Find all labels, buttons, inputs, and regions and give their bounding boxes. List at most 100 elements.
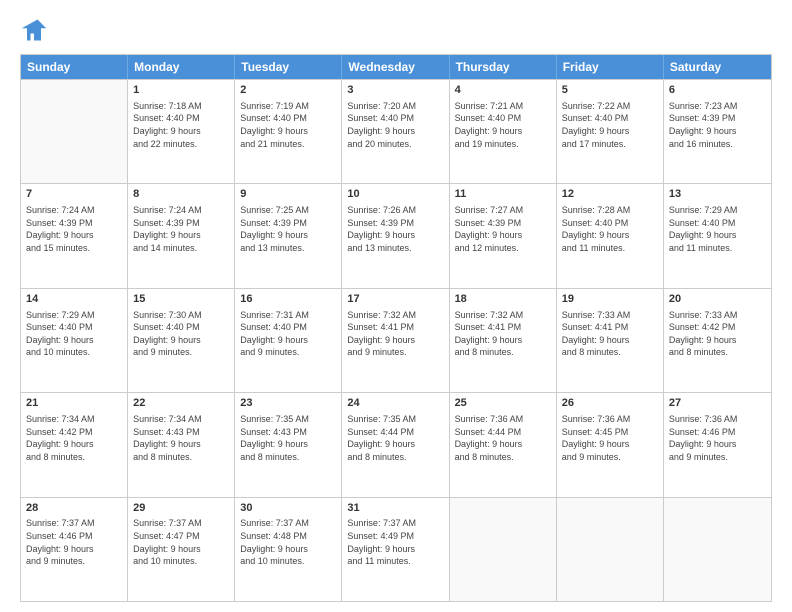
day-info: Sunrise: 7:29 AM Sunset: 4:40 PM Dayligh… (26, 309, 122, 359)
calendar-row-0: 1 Sunrise: 7:18 AM Sunset: 4:40 PM Daylig… (21, 79, 771, 183)
day-cell-10: 10 Sunrise: 7:26 AM Sunset: 4:39 PM Dayli… (342, 184, 449, 287)
day-number: 19 (562, 292, 658, 307)
day-number: 4 (455, 83, 551, 98)
calendar-grid: SundayMondayTuesdayWednesdayThursdayFrid… (20, 54, 772, 602)
day-cell-3: 3 Sunrise: 7:20 AM Sunset: 4:40 PM Daylig… (342, 80, 449, 183)
day-number: 11 (455, 187, 551, 202)
day-number: 26 (562, 396, 658, 411)
day-info: Sunrise: 7:20 AM Sunset: 4:40 PM Dayligh… (347, 100, 443, 150)
day-info: Sunrise: 7:37 AM Sunset: 4:47 PM Dayligh… (133, 517, 229, 567)
day-number: 15 (133, 292, 229, 307)
day-info: Sunrise: 7:30 AM Sunset: 4:40 PM Dayligh… (133, 309, 229, 359)
day-cell-12: 12 Sunrise: 7:28 AM Sunset: 4:40 PM Dayli… (557, 184, 664, 287)
day-info: Sunrise: 7:21 AM Sunset: 4:40 PM Dayligh… (455, 100, 551, 150)
day-cell-19: 19 Sunrise: 7:33 AM Sunset: 4:41 PM Dayli… (557, 289, 664, 392)
header-cell-monday: Monday (128, 55, 235, 79)
day-info: Sunrise: 7:33 AM Sunset: 4:42 PM Dayligh… (669, 309, 766, 359)
page-header (20, 16, 772, 44)
day-cell-18: 18 Sunrise: 7:32 AM Sunset: 4:41 PM Dayli… (450, 289, 557, 392)
day-number: 12 (562, 187, 658, 202)
day-cell-4: 4 Sunrise: 7:21 AM Sunset: 4:40 PM Daylig… (450, 80, 557, 183)
day-number: 24 (347, 396, 443, 411)
day-cell-14: 14Sunrise: 7:29 AM Sunset: 4:40 PM Dayli… (21, 289, 128, 392)
day-cell-empty-4-4 (450, 498, 557, 601)
calendar-row-4: 28Sunrise: 7:37 AM Sunset: 4:46 PM Dayli… (21, 497, 771, 601)
day-info: Sunrise: 7:27 AM Sunset: 4:39 PM Dayligh… (455, 204, 551, 254)
day-number: 23 (240, 396, 336, 411)
day-cell-6: 6 Sunrise: 7:23 AM Sunset: 4:39 PM Daylig… (664, 80, 771, 183)
day-info: Sunrise: 7:34 AM Sunset: 4:43 PM Dayligh… (133, 413, 229, 463)
day-info: Sunrise: 7:24 AM Sunset: 4:39 PM Dayligh… (26, 204, 122, 254)
header-cell-sunday: Sunday (21, 55, 128, 79)
day-info: Sunrise: 7:32 AM Sunset: 4:41 PM Dayligh… (347, 309, 443, 359)
header-cell-saturday: Saturday (664, 55, 771, 79)
day-number: 18 (455, 292, 551, 307)
day-cell-22: 22 Sunrise: 7:34 AM Sunset: 4:43 PM Dayli… (128, 393, 235, 496)
day-number: 29 (133, 501, 229, 516)
day-number: 5 (562, 83, 658, 98)
day-cell-23: 23 Sunrise: 7:35 AM Sunset: 4:43 PM Dayli… (235, 393, 342, 496)
day-cell-1: 1 Sunrise: 7:18 AM Sunset: 4:40 PM Daylig… (128, 80, 235, 183)
day-info: Sunrise: 7:26 AM Sunset: 4:39 PM Dayligh… (347, 204, 443, 254)
day-cell-11: 11 Sunrise: 7:27 AM Sunset: 4:39 PM Dayli… (450, 184, 557, 287)
day-info: Sunrise: 7:28 AM Sunset: 4:40 PM Dayligh… (562, 204, 658, 254)
calendar-body: 1 Sunrise: 7:18 AM Sunset: 4:40 PM Daylig… (21, 79, 771, 601)
day-cell-9: 9 Sunrise: 7:25 AM Sunset: 4:39 PM Daylig… (235, 184, 342, 287)
day-number: 13 (669, 187, 766, 202)
day-cell-empty-4-6 (664, 498, 771, 601)
calendar-row-2: 14Sunrise: 7:29 AM Sunset: 4:40 PM Dayli… (21, 288, 771, 392)
header-cell-friday: Friday (557, 55, 664, 79)
day-cell-empty-0-0 (21, 80, 128, 183)
day-number: 17 (347, 292, 443, 307)
day-number: 1 (133, 83, 229, 98)
day-number: 3 (347, 83, 443, 98)
day-info: Sunrise: 7:32 AM Sunset: 4:41 PM Dayligh… (455, 309, 551, 359)
day-number: 25 (455, 396, 551, 411)
day-cell-24: 24 Sunrise: 7:35 AM Sunset: 4:44 PM Dayli… (342, 393, 449, 496)
calendar-header: SundayMondayTuesdayWednesdayThursdayFrid… (21, 55, 771, 79)
day-cell-2: 2 Sunrise: 7:19 AM Sunset: 4:40 PM Daylig… (235, 80, 342, 183)
day-cell-27: 27Sunrise: 7:36 AM Sunset: 4:46 PM Dayli… (664, 393, 771, 496)
day-info: Sunrise: 7:37 AM Sunset: 4:46 PM Dayligh… (26, 517, 122, 567)
day-cell-26: 26 Sunrise: 7:36 AM Sunset: 4:45 PM Dayli… (557, 393, 664, 496)
day-number: 30 (240, 501, 336, 516)
day-number: 8 (133, 187, 229, 202)
day-number: 28 (26, 501, 122, 516)
logo (20, 16, 52, 44)
day-cell-31: 31Sunrise: 7:37 AM Sunset: 4:49 PM Dayli… (342, 498, 449, 601)
day-info: Sunrise: 7:33 AM Sunset: 4:41 PM Dayligh… (562, 309, 658, 359)
day-cell-13: 13 Sunrise: 7:29 AM Sunset: 4:40 PM Dayli… (664, 184, 771, 287)
header-cell-thursday: Thursday (450, 55, 557, 79)
day-cell-29: 29Sunrise: 7:37 AM Sunset: 4:47 PM Dayli… (128, 498, 235, 601)
day-cell-15: 15 Sunrise: 7:30 AM Sunset: 4:40 PM Dayli… (128, 289, 235, 392)
day-info: Sunrise: 7:36 AM Sunset: 4:45 PM Dayligh… (562, 413, 658, 463)
calendar-row-1: 7 Sunrise: 7:24 AM Sunset: 4:39 PM Daylig… (21, 183, 771, 287)
day-number: 10 (347, 187, 443, 202)
day-info: Sunrise: 7:35 AM Sunset: 4:44 PM Dayligh… (347, 413, 443, 463)
day-number: 9 (240, 187, 336, 202)
day-number: 21 (26, 396, 122, 411)
day-info: Sunrise: 7:36 AM Sunset: 4:44 PM Dayligh… (455, 413, 551, 463)
day-number: 7 (26, 187, 122, 202)
day-cell-30: 30Sunrise: 7:37 AM Sunset: 4:48 PM Dayli… (235, 498, 342, 601)
day-info: Sunrise: 7:19 AM Sunset: 4:40 PM Dayligh… (240, 100, 336, 150)
day-info: Sunrise: 7:37 AM Sunset: 4:49 PM Dayligh… (347, 517, 443, 567)
day-cell-16: 16Sunrise: 7:31 AM Sunset: 4:40 PM Dayli… (235, 289, 342, 392)
calendar-page: SundayMondayTuesdayWednesdayThursdayFrid… (0, 0, 792, 612)
day-info: Sunrise: 7:18 AM Sunset: 4:40 PM Dayligh… (133, 100, 229, 150)
calendar-row-3: 21 Sunrise: 7:34 AM Sunset: 4:42 PM Dayli… (21, 392, 771, 496)
day-info: Sunrise: 7:37 AM Sunset: 4:48 PM Dayligh… (240, 517, 336, 567)
day-cell-empty-4-5 (557, 498, 664, 601)
day-info: Sunrise: 7:35 AM Sunset: 4:43 PM Dayligh… (240, 413, 336, 463)
header-cell-wednesday: Wednesday (342, 55, 449, 79)
day-number: 2 (240, 83, 336, 98)
day-cell-5: 5Sunrise: 7:22 AM Sunset: 4:40 PM Daylig… (557, 80, 664, 183)
day-info: Sunrise: 7:34 AM Sunset: 4:42 PM Dayligh… (26, 413, 122, 463)
day-number: 22 (133, 396, 229, 411)
day-info: Sunrise: 7:23 AM Sunset: 4:39 PM Dayligh… (669, 100, 766, 150)
day-number: 6 (669, 83, 766, 98)
day-info: Sunrise: 7:29 AM Sunset: 4:40 PM Dayligh… (669, 204, 766, 254)
day-cell-28: 28Sunrise: 7:37 AM Sunset: 4:46 PM Dayli… (21, 498, 128, 601)
day-info: Sunrise: 7:25 AM Sunset: 4:39 PM Dayligh… (240, 204, 336, 254)
day-cell-21: 21 Sunrise: 7:34 AM Sunset: 4:42 PM Dayli… (21, 393, 128, 496)
